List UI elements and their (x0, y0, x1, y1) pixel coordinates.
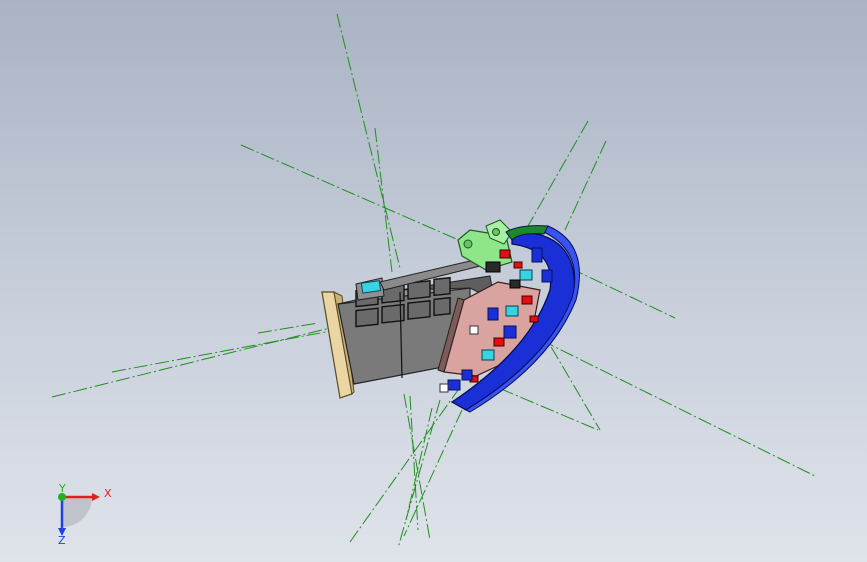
z-axis-label: Z (58, 534, 66, 547)
construction-line (111, 329, 337, 373)
construction-line (519, 120, 589, 241)
construction-line (540, 339, 816, 477)
construction-line (51, 327, 331, 398)
construction-line (409, 395, 419, 531)
construction-line (569, 267, 676, 319)
cad-3d-viewport[interactable]: X Y Z (0, 0, 867, 562)
construction-line (257, 322, 319, 334)
y-axis-label: Y (58, 482, 66, 495)
x-axis-label: X (104, 487, 112, 500)
triad-background-icon (62, 497, 92, 527)
viewport-canvas[interactable]: X Y Z (0, 0, 867, 562)
assembly-model[interactable] (321, 219, 580, 413)
construction-line (403, 409, 463, 537)
construction-line (374, 127, 393, 273)
orientation-triad[interactable]: X Y Z (58, 482, 112, 547)
construction-line (240, 144, 471, 246)
construction-line (397, 399, 441, 549)
construction-line (564, 140, 607, 231)
construction-line (349, 389, 459, 543)
construction-line (336, 13, 401, 269)
